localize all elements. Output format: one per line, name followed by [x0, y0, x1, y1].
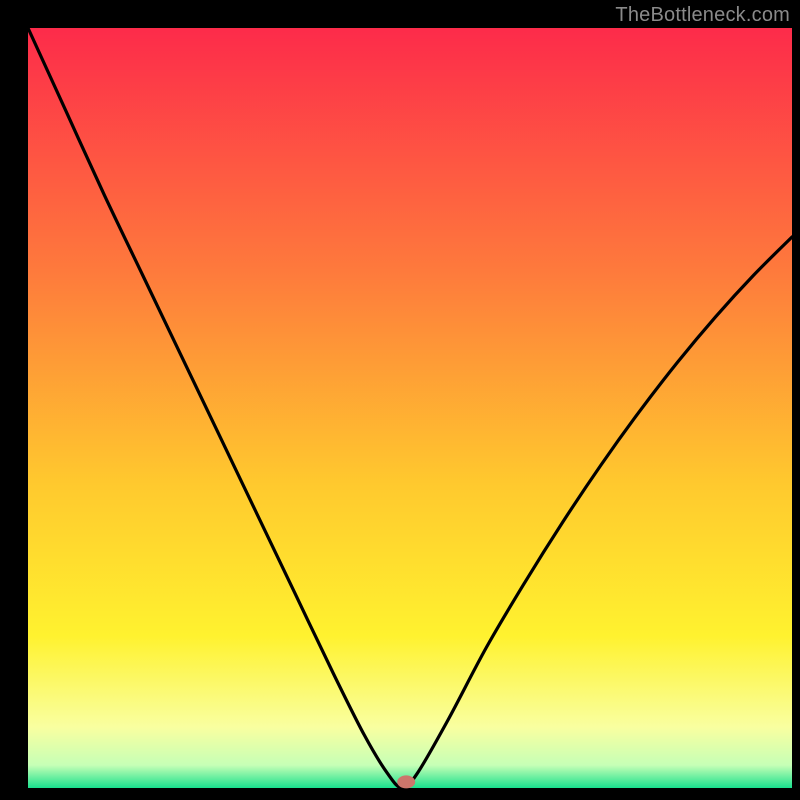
watermark-text: TheBottleneck.com [615, 4, 790, 27]
minimum-marker [397, 775, 415, 788]
bottleneck-chart [0, 0, 800, 800]
plot-background [28, 28, 792, 788]
chart-frame: TheBottleneck.com [0, 0, 800, 800]
